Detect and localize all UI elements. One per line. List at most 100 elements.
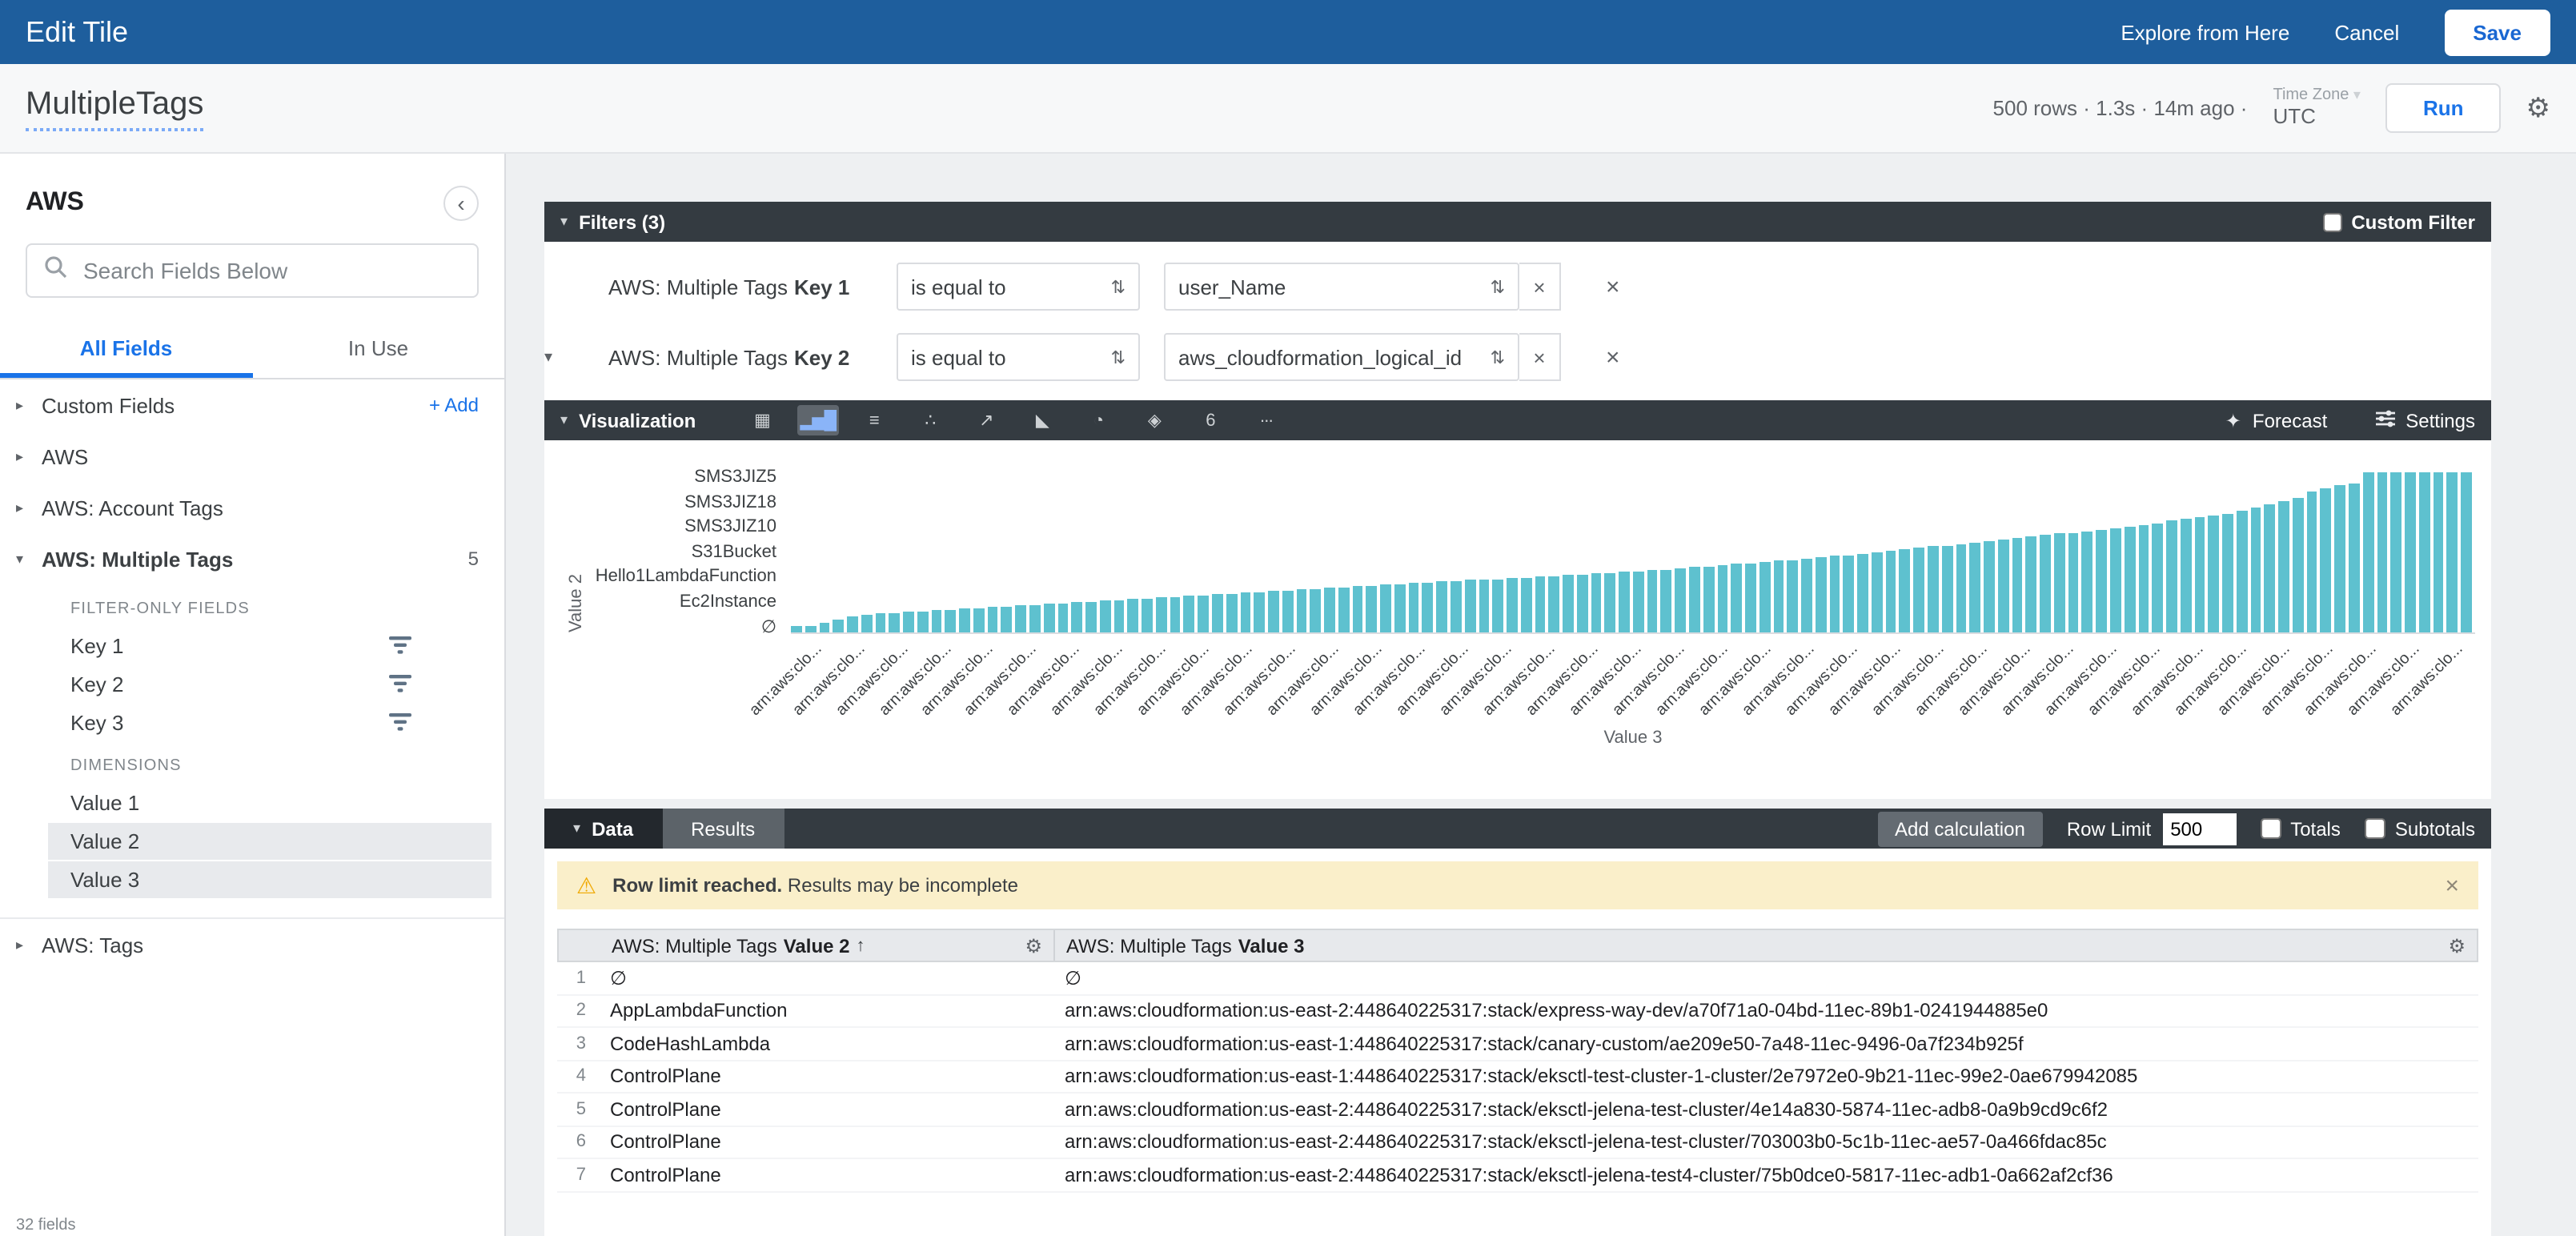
chart-bar[interactable] xyxy=(2096,530,2107,632)
chart-bar[interactable] xyxy=(1759,562,1771,632)
custom-filter-toggle[interactable]: Custom Filter xyxy=(2322,211,2475,233)
filter-operator-select[interactable]: is equal to ⇅ xyxy=(897,263,1140,311)
chart-bar[interactable] xyxy=(1422,583,1434,632)
dismiss-warning-button[interactable]: × xyxy=(2445,872,2459,899)
chart-bar[interactable] xyxy=(1633,572,1644,632)
chart-bar[interactable] xyxy=(1507,578,1518,632)
remove-filter-button[interactable]: × xyxy=(1606,273,1620,300)
sidebar-field-value-2[interactable]: Value 2 xyxy=(48,823,492,860)
chart-bar[interactable] xyxy=(987,607,998,632)
chart-bar[interactable] xyxy=(1956,544,1967,632)
chart-bar[interactable] xyxy=(1773,560,1784,632)
chart-bar[interactable] xyxy=(1240,592,1251,632)
more-viz-icon[interactable]: ··· xyxy=(1245,405,1286,435)
chart-bar[interactable] xyxy=(2306,492,2317,632)
chart-bar[interactable] xyxy=(1380,584,1391,632)
chart-bar[interactable] xyxy=(1829,556,1840,632)
chart-bar[interactable] xyxy=(1928,546,1939,632)
chart-bar[interactable] xyxy=(2293,498,2304,632)
chart-bar[interactable] xyxy=(1085,602,1097,632)
chart-bar[interactable] xyxy=(1970,543,1981,632)
table-row[interactable]: 6ControlPlanearn:aws:cloudformation:us-e… xyxy=(557,1126,2478,1159)
chart-bar[interactable] xyxy=(1521,578,1532,632)
explore-from-here-button[interactable]: Explore from Here xyxy=(2121,20,2289,44)
chart-bar[interactable] xyxy=(1198,596,1209,632)
filters-toggle[interactable]: ▾ Filters (3) xyxy=(560,211,665,233)
filter-icon[interactable] xyxy=(389,674,411,698)
chart-bar[interactable] xyxy=(1619,572,1630,632)
save-button[interactable]: Save xyxy=(2444,9,2550,55)
chart-bar[interactable] xyxy=(1324,588,1335,632)
column-header-value2[interactable]: AWS: Multiple TagsValue 2 ↑ ⚙ xyxy=(600,930,1055,961)
chart-bar[interactable] xyxy=(2433,472,2444,632)
chart-bar[interactable] xyxy=(1029,605,1041,632)
sidebar-item-aws-tags[interactable]: ▸ AWS: Tags xyxy=(0,919,504,970)
chart-bar[interactable] xyxy=(1549,576,1560,632)
add-calculation-button[interactable]: Add calculation xyxy=(1877,811,2043,846)
forecast-button[interactable]: ✦ Forecast xyxy=(2225,409,2328,431)
chart-bar[interactable] xyxy=(2153,524,2164,632)
chart-bar[interactable] xyxy=(1493,580,1504,632)
chart-bar[interactable] xyxy=(1156,597,1167,632)
chart-bar[interactable] xyxy=(1128,599,1139,632)
chart-bar[interactable] xyxy=(1408,583,1419,632)
chart-bar[interactable] xyxy=(1885,551,1896,632)
chart-bar[interactable] xyxy=(2054,533,2065,632)
column-gear-icon[interactable]: ⚙ xyxy=(1025,934,1042,957)
chart-bar[interactable] xyxy=(1661,570,1672,632)
chart-bar[interactable] xyxy=(1675,568,1686,632)
chart-bar[interactable] xyxy=(1998,540,2009,632)
chart-bar[interactable] xyxy=(1717,565,1728,632)
table-row[interactable]: 5ControlPlanearn:aws:cloudformation:us-e… xyxy=(557,1094,2478,1126)
chart-bar[interactable] xyxy=(2012,538,2023,632)
chart-bar[interactable] xyxy=(1451,581,1462,632)
cancel-button[interactable]: Cancel xyxy=(2334,20,2399,44)
add-custom-field-button[interactable]: + Add xyxy=(429,394,479,416)
tab-in-use[interactable]: In Use xyxy=(252,320,504,378)
viz-settings-button[interactable]: Settings xyxy=(2375,409,2475,431)
table-row[interactable]: 2AppLambdaFunctionarn:aws:cloudformation… xyxy=(557,995,2478,1028)
chart-bar[interactable] xyxy=(2461,472,2472,632)
chart-bar[interactable] xyxy=(1212,594,1223,632)
chart-bar[interactable] xyxy=(2405,472,2416,632)
sidebar-field-key-3[interactable]: Key 3 xyxy=(0,703,504,741)
chart-bar[interactable] xyxy=(973,608,985,632)
chart-bar[interactable] xyxy=(1338,588,1350,632)
chart-bar[interactable] xyxy=(2110,528,2121,632)
chart-bar[interactable] xyxy=(1942,546,1953,632)
subtotals-checkbox[interactable] xyxy=(2365,818,2385,839)
chart-bar[interactable] xyxy=(1044,604,1055,632)
chart-bar[interactable] xyxy=(1310,589,1322,632)
tab-results[interactable]: Results xyxy=(662,809,784,849)
chart-bar[interactable] xyxy=(2138,525,2149,632)
chart-bar[interactable] xyxy=(1816,557,1827,632)
totals-toggle[interactable]: Totals xyxy=(2260,817,2341,840)
chart-bar[interactable] xyxy=(861,615,873,632)
chart-bar[interactable] xyxy=(2209,516,2220,632)
search-input[interactable] xyxy=(83,258,461,283)
table-row[interactable]: 1∅∅ xyxy=(557,962,2478,995)
field-search-box[interactable] xyxy=(26,243,479,298)
collapse-sidebar-button[interactable]: ‹ xyxy=(443,186,479,221)
chart-bar[interactable] xyxy=(1857,554,1868,632)
chart-bar[interactable] xyxy=(1801,559,1812,632)
chart-bar[interactable] xyxy=(2377,472,2388,632)
chart-bar[interactable] xyxy=(2222,514,2233,632)
chart-bar[interactable] xyxy=(1282,591,1294,632)
subtotals-toggle[interactable]: Subtotals xyxy=(2365,817,2475,840)
chart-bar[interactable] xyxy=(1254,592,1266,632)
visualization-toggle[interactable]: ▾ Visualization xyxy=(560,409,696,431)
table-row[interactable]: 3CodeHashLambdaarn:aws:cloudformation:us… xyxy=(557,1028,2478,1061)
sidebar-field-key-2[interactable]: Key 2 xyxy=(0,664,504,703)
chart-bar[interactable] xyxy=(2124,527,2135,632)
chart-bar[interactable] xyxy=(1900,549,1911,632)
chart-bar[interactable] xyxy=(875,613,886,632)
chart-bar[interactable] xyxy=(2068,533,2079,632)
chart-bar[interactable] xyxy=(1226,594,1237,632)
sidebar-item-aws-multiple-tags[interactable]: ▾ AWS: Multiple Tags 5 xyxy=(0,533,504,584)
filter-icon[interactable] xyxy=(389,712,411,736)
filter-icon[interactable] xyxy=(389,636,411,660)
chart-bar[interactable] xyxy=(1914,548,1925,632)
row-chart-viz-icon[interactable]: ≡ xyxy=(853,405,894,435)
table-row[interactable]: 4ControlPlanearn:aws:cloudformation:us-e… xyxy=(557,1061,2478,1094)
